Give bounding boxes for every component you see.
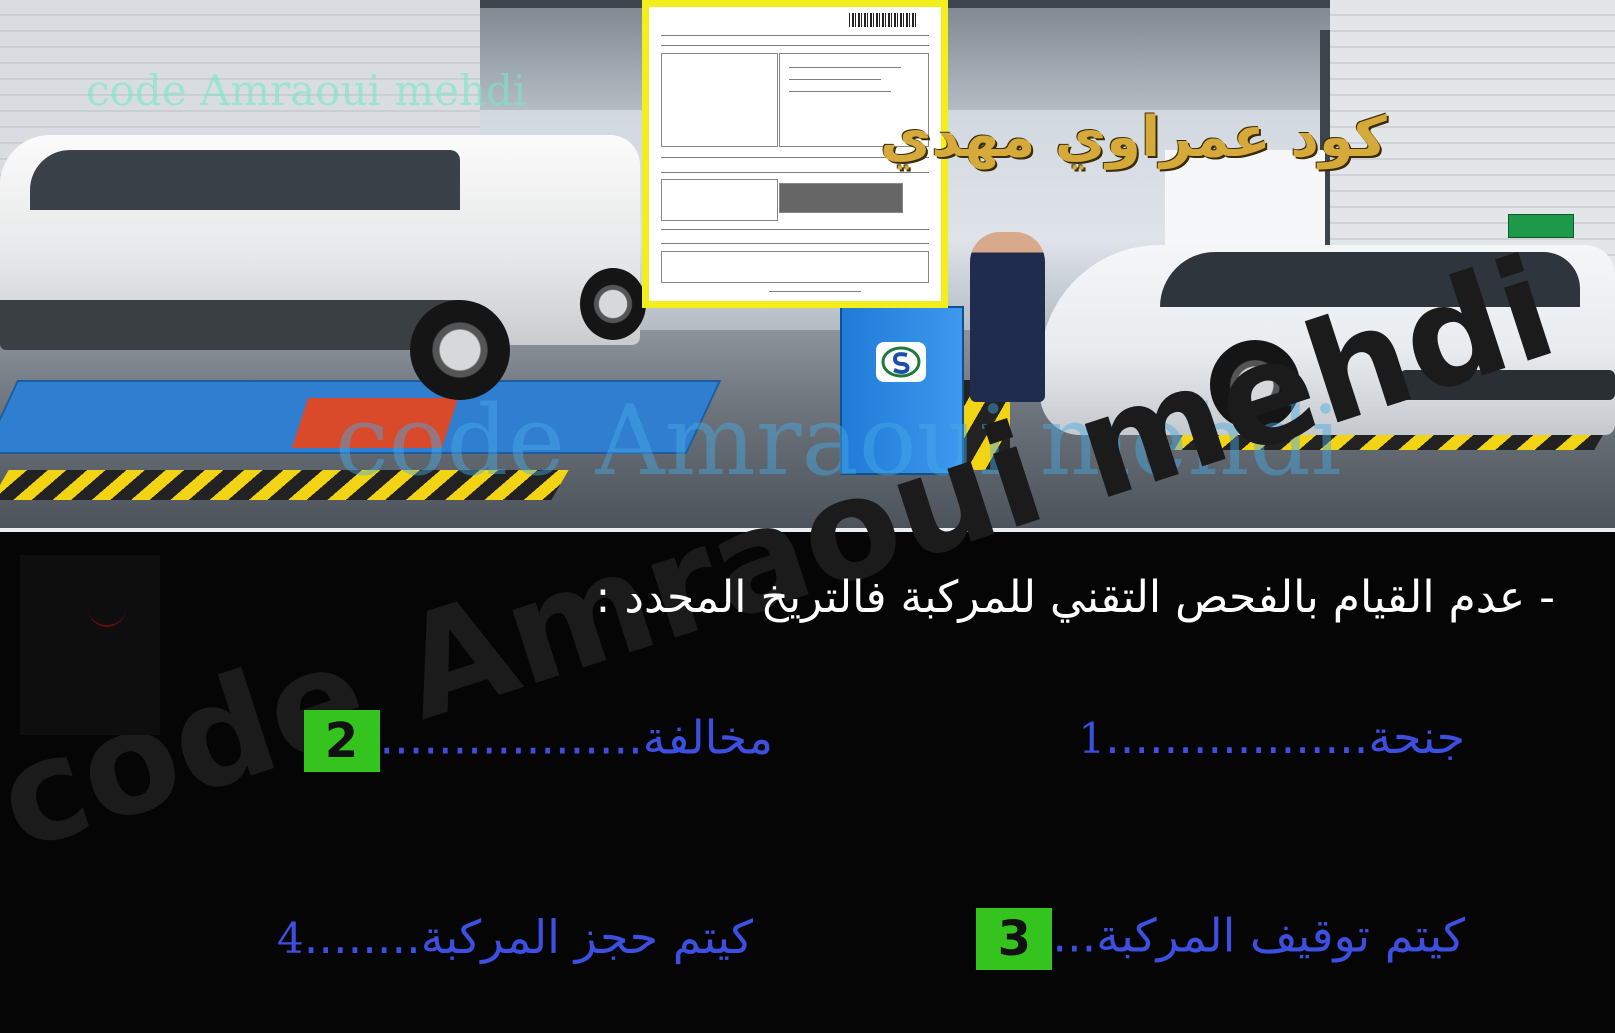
option-dots: ... <box>1052 908 1097 963</box>
option-1[interactable]: جنحة..................1 <box>1078 710 1465 764</box>
inspection-photo: code Amraoui mehdi كود عمراوي مهدي code … <box>0 0 1615 532</box>
option-number: 4 <box>277 914 304 963</box>
option-dots: .................. <box>379 710 643 765</box>
correct-answer-badge: 2 <box>303 710 380 772</box>
option-label: كيتم توقيف المركبة <box>1096 908 1465 963</box>
option-dots: ........ <box>303 910 421 964</box>
option-label: مخالفة <box>642 710 773 765</box>
corner-overlay <box>20 555 160 735</box>
watermark-arabic: كود عمراوي مهدي <box>880 105 1387 170</box>
van-wheel-rear <box>580 268 646 340</box>
barcode-icon <box>849 13 917 27</box>
van-bumper <box>0 300 460 350</box>
option-label: جنحة <box>1368 710 1465 764</box>
option-2[interactable]: مخالفة..................2 <box>303 710 773 772</box>
option-label: كيتم حجز المركبة <box>420 910 753 964</box>
option-4[interactable]: كيتم حجز المركبة........4 <box>277 910 753 964</box>
inspection-logo-icon <box>876 342 926 382</box>
watermark-latin-top: code Amraoui mehdi <box>86 66 527 115</box>
option-dots: .................. <box>1105 710 1369 764</box>
inspector-person <box>970 232 1045 402</box>
question-text: - عدم القيام بالفحص التقني للمركبة فالتر… <box>595 572 1555 623</box>
option-3[interactable]: كيتم توقيف المركبة...3 <box>976 908 1465 970</box>
correct-answer-badge: 3 <box>976 908 1053 970</box>
option-number: 1 <box>1078 714 1106 763</box>
van-windshield <box>30 150 460 210</box>
